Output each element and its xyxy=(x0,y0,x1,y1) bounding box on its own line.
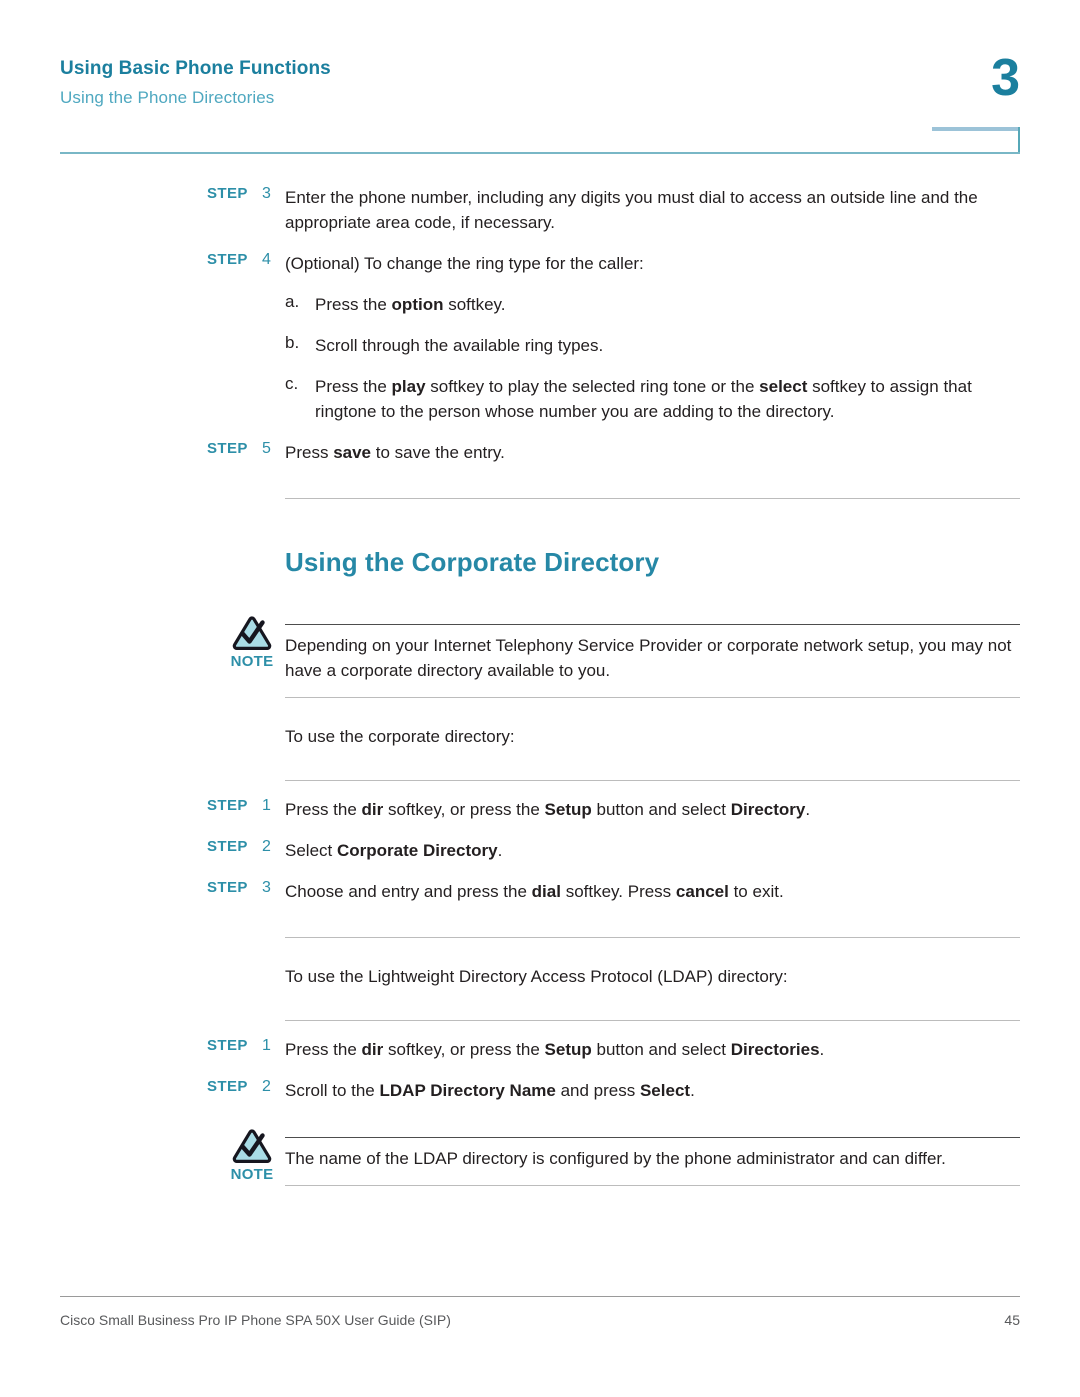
step-number: 4 xyxy=(262,251,271,268)
step-number: 1 xyxy=(262,1037,271,1054)
substep-text: Press the option softkey. xyxy=(315,295,506,314)
step-text: Press save to save the entry. xyxy=(285,443,505,462)
step-row: STEP 2 Scroll to the LDAP Directory Name… xyxy=(0,1078,1080,1103)
step-label: STEP xyxy=(207,185,248,202)
step-row: STEP 2 Select Corporate Directory. xyxy=(0,838,1080,863)
step-row: STEP 4 (Optional) To change the ring typ… xyxy=(0,251,1080,276)
footer-page-number: 45 xyxy=(1004,1312,1020,1328)
note-block-corporate: NOTE Depending on your Internet Telephon… xyxy=(0,616,1080,698)
step-number: 5 xyxy=(262,440,271,457)
note-triangle-check-icon xyxy=(222,616,282,652)
step-number: 2 xyxy=(262,838,271,855)
section-divider xyxy=(285,498,1020,499)
note-label: NOTE xyxy=(230,653,274,670)
substep-text: Press the play softkey to play the selec… xyxy=(315,377,972,421)
chapter-number: 3 xyxy=(991,49,1020,107)
note-icon-group: NOTE xyxy=(222,1129,282,1183)
substep-marker: c. xyxy=(285,374,299,393)
substep-marker: a. xyxy=(285,292,300,311)
step-number: 3 xyxy=(262,879,271,896)
chapter-tab-top-bar xyxy=(932,127,1020,131)
step-text: Select Corporate Directory. xyxy=(285,841,503,860)
chapter-tab-right-edge xyxy=(1018,127,1020,154)
header-chapter-title: Using Basic Phone Functions xyxy=(60,58,331,79)
note-bottom-rule xyxy=(285,1185,1020,1186)
note-text: The name of the LDAP directory is config… xyxy=(285,1149,946,1168)
note-block-ldap: NOTE The name of the LDAP directory is c… xyxy=(0,1129,1080,1186)
section-heading: Using the Corporate Directory xyxy=(285,547,660,577)
substep-row: a. Press the option softkey. xyxy=(0,292,1080,317)
page-header: Using Basic Phone Functions Using the Ph… xyxy=(0,0,1080,160)
intro-paragraph-ldap: To use the Lightweight Directory Access … xyxy=(285,967,788,986)
ldap-steps-top-rule xyxy=(285,1020,1020,1021)
step-row: STEP 1 Press the dir softkey, or press t… xyxy=(0,1037,1080,1062)
intro-paragraph-corporate: To use the corporate directory: xyxy=(285,727,515,746)
step-label: STEP xyxy=(207,879,248,896)
substep-row: c. Press the play softkey to play the se… xyxy=(0,374,1080,424)
step-number: 3 xyxy=(262,185,271,202)
substep-row: b. Scroll through the available ring typ… xyxy=(0,333,1080,358)
step-row: STEP 3 Choose and entry and press the di… xyxy=(0,879,1080,904)
page-content: STEP 3 Enter the phone number, including… xyxy=(0,160,1080,1186)
step-text: Enter the phone number, including any di… xyxy=(285,188,978,232)
header-section-subtitle: Using the Phone Directories xyxy=(60,88,275,107)
step-text: Press the dir softkey, or press the Setu… xyxy=(285,800,811,819)
step-text: Press the dir softkey, or press the Setu… xyxy=(285,1040,825,1059)
step-number: 2 xyxy=(262,1078,271,1095)
note-text: Depending on your Internet Telephony Ser… xyxy=(285,636,1012,680)
header-divider xyxy=(60,152,1020,154)
step-number: 1 xyxy=(262,797,271,814)
step-text: Choose and entry and press the dial soft… xyxy=(285,882,784,901)
substep-marker: b. xyxy=(285,333,300,352)
step-label: STEP xyxy=(207,838,248,855)
step-label: STEP xyxy=(207,251,248,268)
step-label: STEP xyxy=(207,797,248,814)
steps-bottom-rule xyxy=(285,937,1020,938)
step-text: (Optional) To change the ring type for t… xyxy=(285,254,644,273)
note-label: NOTE xyxy=(230,1166,274,1183)
note-icon-group: NOTE xyxy=(222,616,282,670)
footer-divider xyxy=(60,1296,1020,1297)
substep-text: Scroll through the available ring types. xyxy=(315,336,604,355)
steps-top-rule xyxy=(285,780,1020,781)
step-row: STEP 5 Press save to save the entry. xyxy=(0,440,1080,465)
note-top-rule xyxy=(285,1137,1020,1138)
note-triangle-check-icon xyxy=(222,1129,282,1165)
note-bottom-rule xyxy=(285,697,1020,698)
step-label: STEP xyxy=(207,1037,248,1054)
step-row: STEP 1 Press the dir softkey, or press t… xyxy=(0,797,1080,822)
step-label: STEP xyxy=(207,1078,248,1095)
note-top-rule xyxy=(285,624,1020,625)
step-label: STEP xyxy=(207,440,248,457)
step-text: Scroll to the LDAP Directory Name and pr… xyxy=(285,1081,695,1100)
step-row: STEP 3 Enter the phone number, including… xyxy=(0,185,1080,235)
